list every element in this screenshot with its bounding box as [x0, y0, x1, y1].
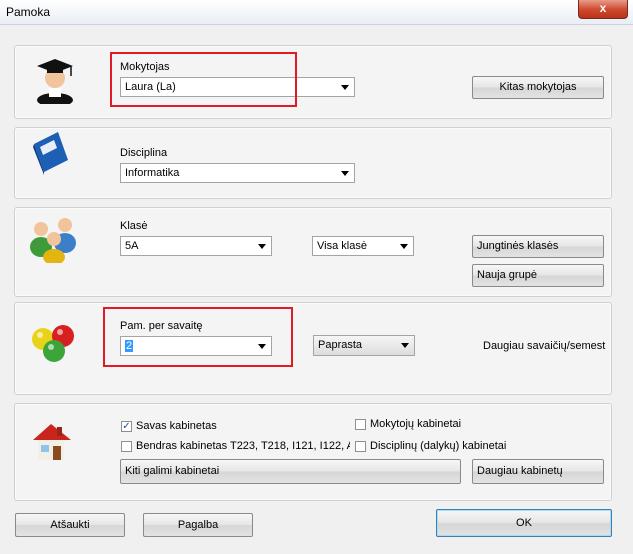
teacher-highlight: [110, 52, 297, 107]
close-button[interactable]: x: [578, 0, 628, 19]
own-room-label: Savas kabinetas: [136, 420, 217, 432]
title-bar: Pamoka x: [0, 0, 633, 25]
group-select-value: Visa klasė: [317, 240, 367, 252]
ok-button[interactable]: OK: [436, 509, 612, 537]
class-label: Klasė: [120, 220, 148, 232]
subject-rooms-label: Disciplinų (dalykų) kabinetai: [370, 440, 507, 452]
chevron-down-icon: [341, 85, 349, 90]
chevron-down-icon: [401, 343, 409, 348]
other-teacher-button[interactable]: Kitas mokytojas: [472, 76, 604, 99]
cancel-button[interactable]: Atšaukti: [15, 513, 125, 537]
subject-label: Disciplina: [120, 147, 168, 159]
more-rooms-button[interactable]: Daugiau kabinetų: [472, 459, 604, 484]
class-select[interactable]: 5A: [120, 236, 272, 256]
graduate-icon: [37, 59, 73, 104]
shared-rooms-label: Bendras kabinetas T223, T218, I121, I122…: [136, 440, 350, 452]
lesson-type-value: Paprasta: [318, 339, 363, 351]
lessons-highlight: [103, 307, 293, 367]
joint-classes-button[interactable]: Jungtinės klasės: [472, 235, 604, 258]
help-button[interactable]: Pagalba: [143, 513, 253, 537]
close-icon: x: [599, 1, 607, 15]
subject-panel: Disciplina Informatika: [14, 127, 612, 199]
rooms-panel: ✓ Savas kabinetas Bendras kabinetas T223…: [14, 403, 612, 501]
house-icon: [33, 424, 71, 460]
group-select[interactable]: Visa klasė: [312, 236, 414, 256]
subject-rooms-checkbox[interactable]: [355, 441, 366, 452]
subject-select-value: Informatika: [125, 167, 180, 179]
lesson-type-select[interactable]: Paprasta: [313, 335, 415, 356]
more-weeks-button[interactable]: Daugiau savaičių/semestr: [483, 340, 606, 352]
chevron-down-icon: [400, 244, 408, 249]
balls-icon: [32, 325, 74, 362]
teacher-panel: Mokytojas Laura (La) Kitas mokytojas: [14, 45, 612, 119]
teacher-rooms-checkbox[interactable]: [355, 419, 366, 430]
chevron-down-icon: [258, 244, 266, 249]
other-rooms-button[interactable]: Kiti galimi kabinetai: [120, 459, 461, 484]
shared-rooms-checkbox[interactable]: [121, 441, 132, 452]
book-icon: [33, 132, 68, 175]
new-group-button[interactable]: Nauja grupė: [472, 264, 604, 287]
window-title: Pamoka: [6, 5, 51, 19]
own-room-checkbox[interactable]: ✓: [121, 421, 132, 432]
class-select-value: 5A: [125, 240, 139, 252]
subject-select[interactable]: Informatika: [120, 163, 355, 183]
chevron-down-icon: [341, 171, 349, 176]
people-icon: [30, 218, 76, 263]
teacher-rooms-label: Mokytojų kabinetai: [370, 418, 462, 430]
class-panel: Klasė 5A Visa klasė Jungtinės klasės Nau…: [14, 207, 612, 297]
